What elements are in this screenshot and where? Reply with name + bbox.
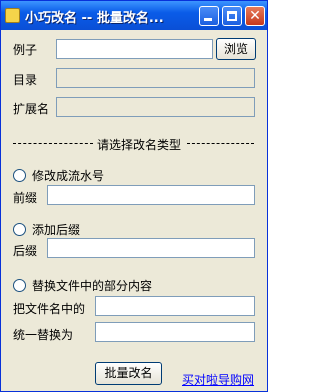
suffix-field[interactable] xyxy=(47,238,255,258)
suffix-option-label[interactable]: 添加后缀 xyxy=(32,221,80,238)
section-title: 请选择改名类型 xyxy=(97,138,182,152)
serial-radio[interactable] xyxy=(13,169,26,182)
prefix-label: 前缀 xyxy=(13,191,38,205)
example-label: 例子 xyxy=(13,43,38,57)
batch-rename-button[interactable]: 批量改名 xyxy=(95,362,162,385)
suffix-radio[interactable] xyxy=(13,223,26,236)
rename-window: 小巧改名 -- 批量改名... ✕ 例子 浏览 目录 扩展名 请选择改名类型 修… xyxy=(0,0,268,392)
browse-button[interactable]: 浏览 xyxy=(216,38,256,60)
directory-label: 目录 xyxy=(13,73,38,87)
replace-radio[interactable] xyxy=(13,279,26,292)
serial-option-label[interactable]: 修改成流水号 xyxy=(32,167,104,184)
maximize-button[interactable] xyxy=(222,6,242,26)
app-icon xyxy=(5,8,20,23)
prefix-field[interactable] xyxy=(47,185,255,205)
separator-right xyxy=(187,143,254,144)
separator-left xyxy=(13,143,93,144)
window-title: 小巧改名 -- 批量改名... xyxy=(25,11,164,26)
example-field[interactable] xyxy=(56,39,213,59)
replace-with-field[interactable] xyxy=(95,322,255,342)
minimize-button[interactable] xyxy=(199,6,219,26)
find-field[interactable] xyxy=(95,296,255,316)
suffix-label: 后缀 xyxy=(13,244,38,258)
find-label: 把文件名中的 xyxy=(13,302,86,316)
directory-field[interactable] xyxy=(56,68,255,88)
extension-field[interactable] xyxy=(56,97,255,117)
footer-link[interactable]: 买对啦导购网 xyxy=(182,371,254,388)
title-bar[interactable]: 小巧改名 -- 批量改名... ✕ xyxy=(1,1,267,30)
replace-option-label[interactable]: 替换文件中的部分内容 xyxy=(32,277,152,294)
extension-label: 扩展名 xyxy=(13,102,50,116)
close-button[interactable]: ✕ xyxy=(245,6,265,26)
replace-with-label: 统一替换为 xyxy=(13,328,74,342)
close-icon: ✕ xyxy=(249,8,261,24)
